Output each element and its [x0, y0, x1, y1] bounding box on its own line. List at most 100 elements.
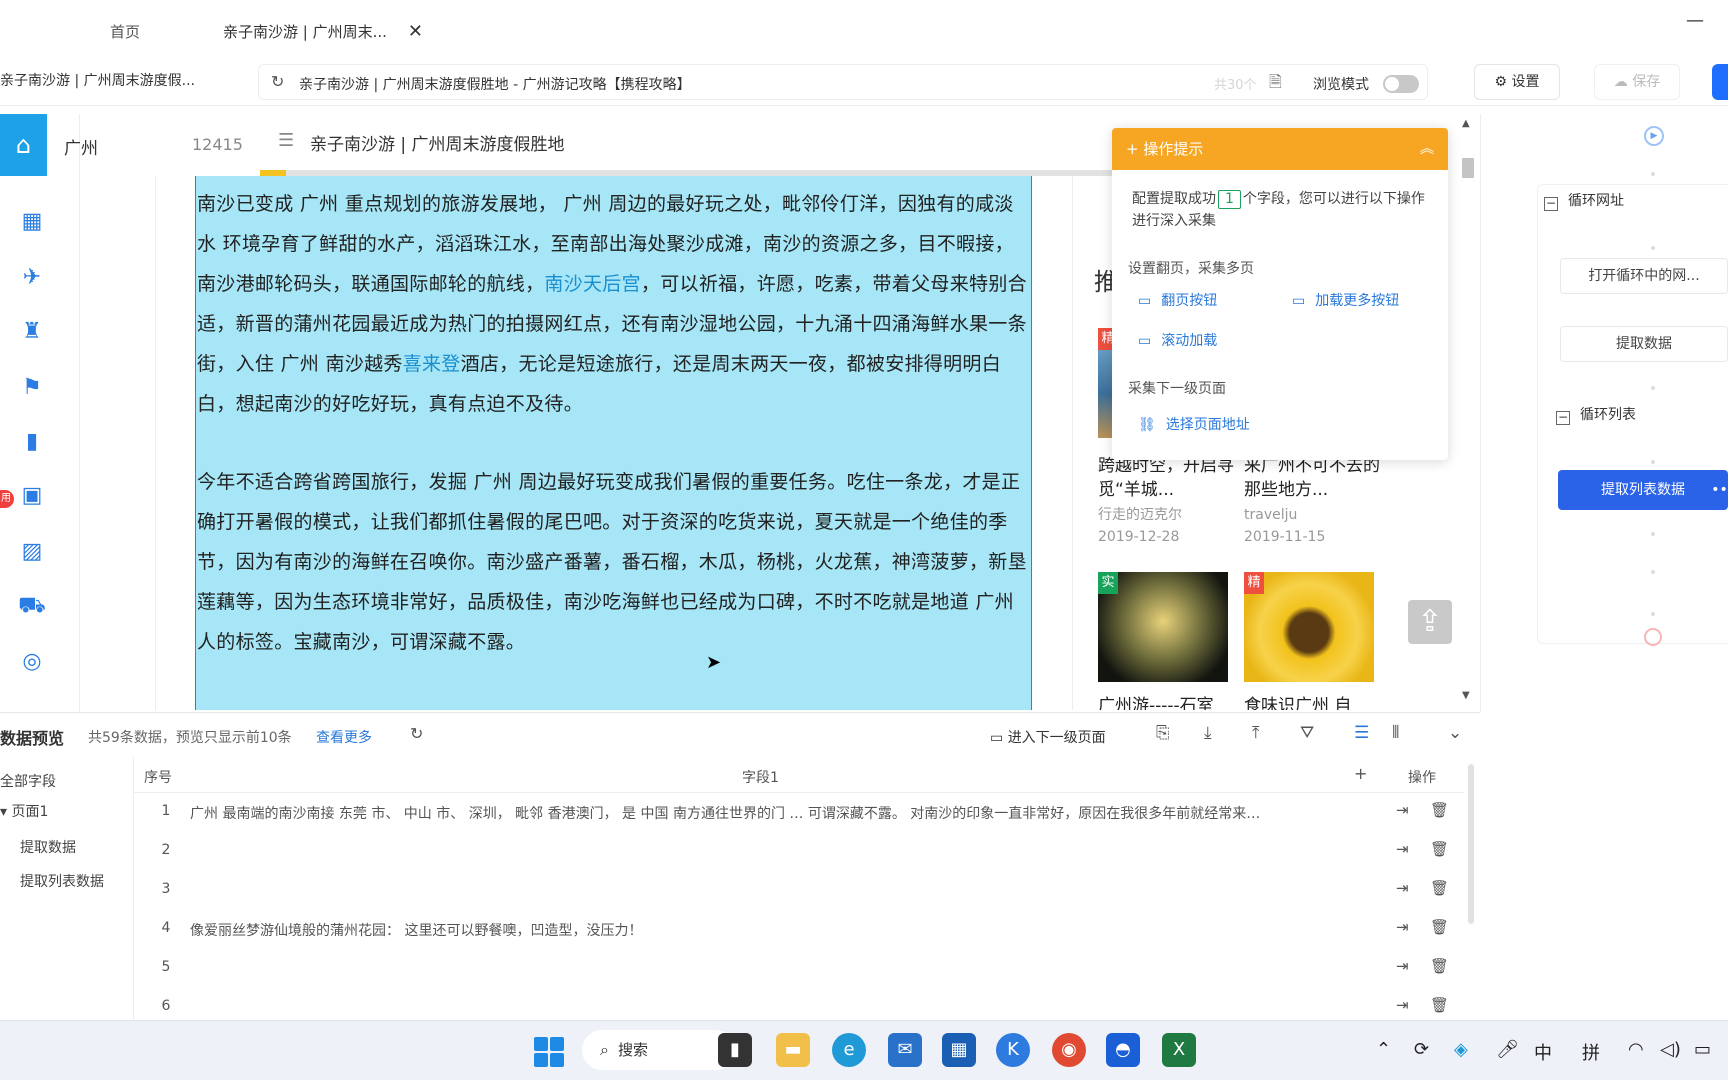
file-explorer-icon[interactable]: ▬	[776, 1033, 810, 1067]
store-icon[interactable]: ▦	[942, 1033, 976, 1067]
ime-chinese[interactable]: 中	[1534, 1039, 1552, 1065]
delete-icon[interactable]: 🗑	[1430, 801, 1449, 819]
app-tray-icon[interactable]: ◈	[1454, 1039, 1468, 1060]
bus-icon[interactable]: ▣	[18, 482, 46, 510]
minimize-icon[interactable]: —	[1686, 10, 1704, 31]
chrome-icon[interactable]: ◉	[1052, 1033, 1086, 1067]
next-level-button[interactable]: ▭ 进入下一级页面	[990, 727, 1106, 747]
close-icon[interactable]: ✕	[408, 12, 423, 52]
train-icon[interactable]: ♜	[18, 318, 46, 346]
guide-book-icon[interactable]: ▮	[18, 428, 46, 456]
scroll-up-icon[interactable]: ▲	[1462, 118, 1470, 129]
ime-pinyin[interactable]: 拼	[1582, 1039, 1600, 1065]
col-field1[interactable]: 字段1	[742, 767, 779, 787]
stop-icon[interactable]	[1644, 628, 1662, 646]
city-name[interactable]: 广州	[64, 134, 98, 159]
card-thumbnail[interactable]: 实	[1098, 572, 1228, 682]
table-row[interactable]: 3 ⇥ 🗑	[134, 871, 1464, 910]
view-more-link[interactable]: 查看更多	[316, 727, 372, 747]
settings-button[interactable]: ⚙ 设置	[1474, 64, 1560, 100]
tab-home[interactable]: 首页	[60, 12, 190, 52]
selected-article-block[interactable]: 南沙已变成 广州 重点规划的旅游发展地， 广州 周边的最好玩之处，毗邻伶仃洋，因…	[195, 176, 1032, 710]
battery-icon[interactable]: ▭	[1694, 1039, 1711, 1060]
attraction-icon[interactable]: ⚑	[18, 374, 46, 402]
row-cell[interactable]: 像爱丽丝梦游仙境般的蒲州花园： 这里还可以野餐噢，凹造型，没压力！	[190, 920, 1340, 940]
windows-start-icon[interactable]	[534, 1037, 564, 1067]
menu-icon[interactable]: ☰	[278, 130, 294, 151]
primary-action-button[interactable]	[1712, 64, 1728, 100]
link-sheraton[interactable]: 喜来登	[403, 353, 461, 375]
compass-icon[interactable]: ◎	[18, 648, 46, 676]
list-view-icon[interactable]: ☰	[1354, 723, 1369, 743]
download-icon[interactable]: ⤓	[1204, 723, 1212, 743]
edge-browser-icon[interactable]: e	[832, 1033, 866, 1067]
browse-mode-toggle[interactable]	[1383, 75, 1419, 93]
scraper-app-icon[interactable]: ◓	[1106, 1033, 1140, 1067]
url-bar[interactable]: ↻ 亲子南沙游 | 广州周末游度假胜地 - 广州游记攻略【携程攻略】 共30个 …	[258, 64, 1428, 100]
add-column-icon[interactable]: +	[1354, 764, 1367, 783]
page-scrollbar[interactable]: ▲ ▼	[1460, 114, 1474, 712]
tree-extract-list-data[interactable]: 提取列表数据	[20, 871, 104, 891]
loop-list-node[interactable]: − 循环列表	[1556, 404, 1636, 425]
table-row[interactable]: 2 ⇥ 🗑	[134, 832, 1464, 871]
loop-url-node[interactable]: − 循环网址	[1544, 190, 1624, 211]
sync-icon[interactable]: ⟳	[1414, 1039, 1429, 1060]
photo-icon[interactable]: ▨	[18, 538, 46, 566]
card-author[interactable]: travelju	[1244, 504, 1297, 526]
select-url-link[interactable]: ⛓ 选择页面地址	[1138, 414, 1250, 434]
filter-icon[interactable]: ⛛	[1300, 723, 1314, 743]
document-icon[interactable]: 🗎	[1269, 71, 1282, 98]
column-view-icon[interactable]: ⦀	[1392, 723, 1399, 743]
extract-data-node[interactable]: 提取数据	[1560, 326, 1728, 362]
table-scrollbar[interactable]	[1468, 764, 1474, 924]
card-title[interactable]: 广州游-----石室	[1098, 694, 1230, 710]
collapse-minus-icon[interactable]: −	[1544, 197, 1558, 211]
back-to-top-icon[interactable]: ⇪	[1408, 600, 1452, 644]
paging-button-link[interactable]: ▭ 翻页按钮	[1138, 290, 1217, 310]
scroll-thumb[interactable]	[1462, 158, 1474, 178]
car-icon[interactable]: ⛟	[18, 592, 46, 620]
link-nansha-tianhou-palace[interactable]: 南沙天后宫	[544, 273, 641, 295]
tree-extract-data[interactable]: 提取数据	[20, 837, 76, 857]
card-thumbnail[interactable]: 精	[1244, 572, 1374, 682]
delete-icon[interactable]: 🗑	[1430, 996, 1449, 1014]
add-field-icon[interactable]: ⎘	[1156, 723, 1170, 743]
tree-all-fields[interactable]: 全部字段	[0, 771, 56, 791]
hotel-icon[interactable]: ▦	[18, 208, 46, 236]
load-more-link[interactable]: ▭ 加载更多按钮	[1292, 290, 1399, 310]
k-app-icon[interactable]: K	[996, 1033, 1030, 1067]
open-loop-url-node[interactable]: 打开循环中的网...	[1560, 258, 1728, 294]
show-hidden-icons-icon[interactable]: ⌃	[1376, 1039, 1391, 1060]
plane-icon[interactable]: ✈	[18, 264, 46, 292]
tree-page[interactable]: ▾ 页面1	[0, 801, 48, 821]
volume-icon[interactable]: ◁)	[1660, 1039, 1681, 1060]
popup-header[interactable]: + 操作提示 ︽	[1112, 128, 1448, 170]
collapse-panel-icon[interactable]: ⌄	[1448, 723, 1462, 743]
insert-icon[interactable]: ⇥	[1396, 918, 1409, 936]
tab-active[interactable]: 亲子南沙游 | 广州周末... ✕	[205, 12, 433, 52]
delete-icon[interactable]: 🗑	[1430, 879, 1449, 897]
refresh-icon[interactable]: ↻	[410, 724, 423, 743]
task-view-icon[interactable]: ▮	[718, 1033, 752, 1067]
table-row[interactable]: 1 广州 最南端的南沙南接 东莞 市、 中山 市、 深圳， 毗邻 香港澳门， 是…	[134, 793, 1464, 832]
delete-icon[interactable]: 🗑	[1430, 840, 1449, 858]
export-icon[interactable]: ⤒	[1252, 723, 1260, 743]
card-title[interactable]: 跨越时空，开启寻觅“羊城...	[1098, 454, 1238, 502]
wifi-icon[interactable]: ◠	[1628, 1039, 1644, 1060]
delete-icon[interactable]: 🗑	[1430, 918, 1449, 936]
more-icon[interactable]: •••	[1711, 470, 1728, 510]
url-text[interactable]: 亲子南沙游 | 广州周末游度假胜地 - 广州游记攻略【携程攻略】	[299, 74, 691, 94]
home-icon[interactable]: ⌂	[0, 114, 47, 176]
caret-down-icon[interactable]: ▾	[0, 804, 11, 820]
taskbar-search[interactable]: ⌕ 搜索	[582, 1030, 736, 1070]
extract-list-data-node[interactable]: 提取列表数据•••	[1558, 470, 1728, 510]
insert-icon[interactable]: ⇥	[1396, 801, 1409, 819]
scroll-load-link[interactable]: ▭ 滚动加载	[1138, 330, 1217, 350]
insert-icon[interactable]: ⇥	[1396, 840, 1409, 858]
collapse-icon[interactable]: ︽	[1420, 128, 1434, 170]
collapse-minus-icon[interactable]: −	[1556, 411, 1570, 425]
card-author[interactable]: 行走的迈克尔	[1098, 504, 1182, 526]
scroll-down-icon[interactable]: ▼	[1462, 690, 1470, 701]
microphone-icon[interactable]: 🎤︎	[1496, 1039, 1519, 1060]
table-row[interactable]: 6 ⇥ 🗑	[134, 988, 1464, 1021]
